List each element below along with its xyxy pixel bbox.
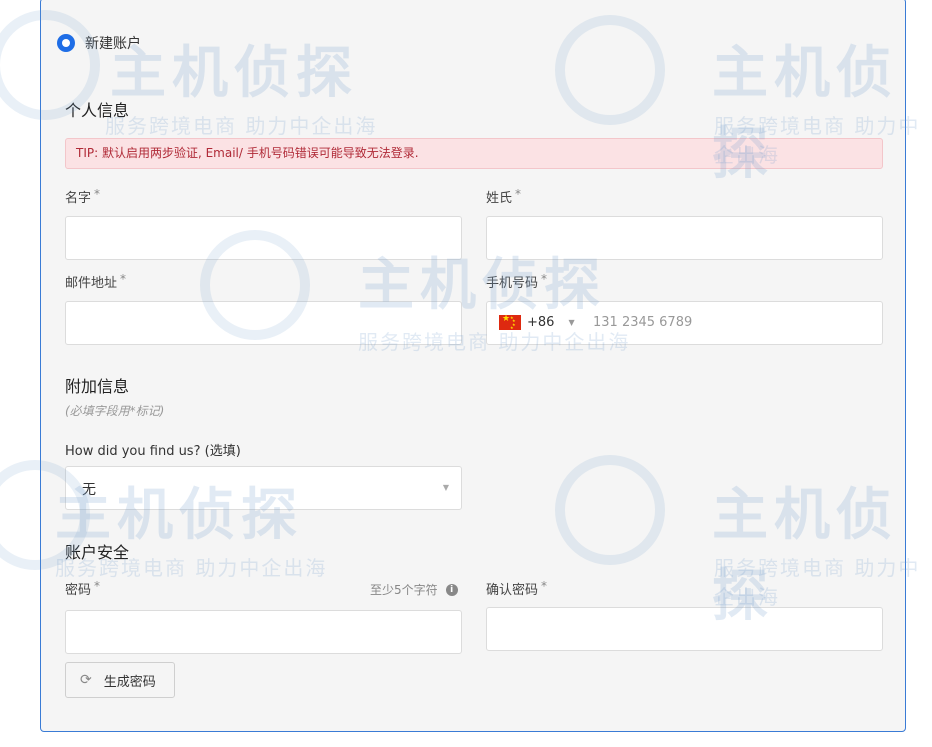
email-input[interactable] — [65, 301, 462, 345]
password-label: 密码 * — [65, 579, 101, 598]
last-name-label: 姓氏 * — [486, 187, 522, 206]
personal-info-title: 个人信息 — [65, 101, 130, 120]
confirm-password-label: 确认密码 * — [486, 579, 548, 598]
email-label: 邮件地址 * — [65, 272, 127, 291]
first-name-input[interactable] — [65, 216, 462, 260]
account-type-option[interactable]: 新建账户 — [57, 33, 141, 53]
refresh-icon: ⟳ — [80, 672, 92, 688]
info-icon[interactable]: i — [445, 583, 458, 596]
first-name-label: 名字 * — [65, 187, 101, 206]
required-fields-note: (必填字段用*标记) — [65, 404, 165, 418]
last-name-input[interactable] — [486, 216, 883, 260]
additional-info-title: 附加信息 — [65, 377, 130, 396]
generate-password-button[interactable]: ⟳ 生成密码 — [65, 662, 175, 698]
country-code: +86 — [527, 315, 555, 330]
account-type-label: 新建账户 — [85, 36, 141, 52]
password-input[interactable] — [65, 610, 462, 654]
phone-input[interactable]: ★ ★ ★ ★ ★ +86 ▼ 131 2345 6789 — [486, 301, 883, 345]
account-security-title: 账户安全 — [65, 543, 130, 562]
phone-label: 手机号码 * — [486, 272, 548, 291]
password-hint: 至少5个字符 i — [370, 581, 458, 598]
tip-banner: TIP: 默认启用两步验证, Email/ 手机号码错误可能导致无法登录. — [65, 138, 883, 169]
referral-label: How did you find us? (选填) — [65, 444, 241, 459]
phone-placeholder: 131 2345 6789 — [593, 315, 693, 330]
radio-selected-icon[interactable] — [57, 34, 75, 52]
china-flag-icon: ★ ★ ★ ★ ★ — [499, 315, 521, 330]
generate-password-label: 生成密码 — [103, 674, 156, 690]
country-code-selector[interactable]: ★ ★ ★ ★ ★ +86 ▼ — [499, 315, 575, 330]
page: 新建账户 个人信息 TIP: 默认启用两步验证, Email/ 手机号码错误可能… — [0, 0, 932, 747]
referral-selected-value: 无 — [82, 482, 96, 498]
referral-select[interactable]: 无 ▼ — [65, 466, 462, 510]
chevron-down-icon: ▼ — [442, 483, 449, 492]
chevron-down-icon: ▼ — [568, 318, 575, 327]
registration-form-card: 新建账户 个人信息 TIP: 默认启用两步验证, Email/ 手机号码错误可能… — [40, 0, 906, 732]
confirm-password-input[interactable] — [486, 607, 883, 651]
